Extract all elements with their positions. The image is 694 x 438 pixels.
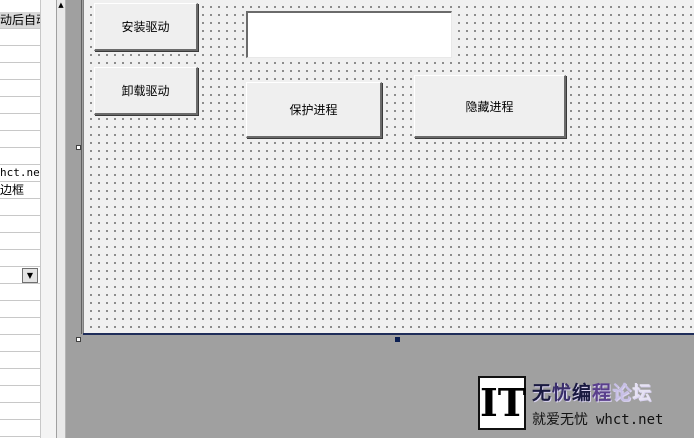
property-row[interactable]: [0, 386, 40, 403]
property-row[interactable]: [0, 335, 40, 352]
protect-process-button[interactable]: 保护进程: [246, 82, 382, 138]
vertical-scrollbar[interactable]: [57, 0, 66, 438]
property-grid: 动后自动 hct.net边框 ▼: [0, 0, 57, 438]
logo-char: 无: [532, 382, 553, 404]
property-row[interactable]: [0, 97, 40, 114]
property-row[interactable]: [0, 131, 40, 148]
property-row[interactable]: [0, 148, 40, 165]
logo-subtitle: 就爱无忧 whct.net: [532, 409, 663, 429]
logo-slogan: 就爱无忧: [532, 412, 588, 428]
logo-it-mark: IT: [478, 376, 526, 430]
property-row[interactable]: hct.net: [0, 165, 40, 182]
property-row[interactable]: [0, 114, 40, 131]
logo-char: 忧: [552, 382, 573, 404]
property-row[interactable]: [0, 63, 40, 80]
resize-handle-bottom-left[interactable]: [76, 337, 81, 342]
forum-logo: IT 无忧编程论坛 就爱无忧 whct.net: [478, 376, 684, 432]
property-row[interactable]: [0, 80, 40, 97]
install-driver-button[interactable]: 安装驱动: [94, 3, 198, 51]
chevron-down-icon[interactable]: ▼: [22, 268, 38, 283]
property-row[interactable]: [0, 29, 40, 46]
property-row[interactable]: [0, 46, 40, 63]
logo-char: 编: [572, 382, 593, 404]
logo-url: whct.net: [596, 412, 664, 428]
logo-char: 程: [592, 382, 613, 404]
property-row[interactable]: [0, 301, 40, 318]
property-row[interactable]: [0, 318, 40, 335]
resize-handle-bottom[interactable]: [395, 337, 400, 342]
form-bottom-border: [83, 333, 694, 335]
form-designer-canvas[interactable]: 安装驱动 卸载驱动 保护进程 隐藏进程: [83, 0, 694, 334]
property-row[interactable]: 动后自动: [0, 12, 40, 29]
property-row[interactable]: [0, 233, 40, 250]
logo-char: 论: [612, 382, 633, 404]
property-row[interactable]: [0, 199, 40, 216]
property-row[interactable]: [0, 403, 40, 420]
hide-process-button[interactable]: 隐藏进程: [414, 75, 566, 138]
logo-char: 坛: [632, 382, 653, 404]
logo-title: 无忧编程论坛: [532, 378, 652, 405]
uninstall-driver-button[interactable]: 卸载驱动: [94, 67, 198, 115]
resize-handle-left[interactable]: [76, 145, 81, 150]
property-row[interactable]: [0, 284, 40, 301]
property-row[interactable]: [0, 216, 40, 233]
text-edit-box[interactable]: [246, 11, 452, 58]
property-value-column: [40, 0, 56, 438]
scroll-up-arrow-icon[interactable]: ▲: [57, 0, 65, 10]
property-row[interactable]: [0, 352, 40, 369]
property-row[interactable]: [0, 250, 40, 267]
property-row[interactable]: [0, 420, 40, 437]
form-left-border: [81, 0, 82, 334]
property-row[interactable]: 边框: [0, 182, 40, 199]
property-row[interactable]: [0, 369, 40, 386]
